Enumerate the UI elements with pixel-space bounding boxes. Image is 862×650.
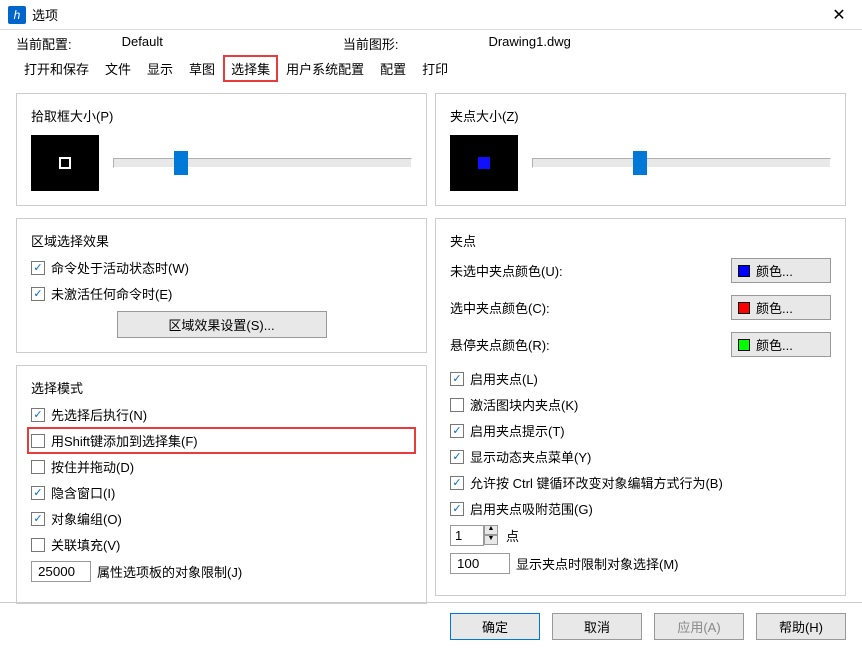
checkbox-label: 未激活任何命令时(E)	[51, 284, 172, 303]
spinner-down-icon[interactable]: ▼	[484, 535, 498, 545]
checkbox-label: 命令处于活动状态时(W)	[51, 258, 189, 277]
pickbox-slider[interactable]	[113, 158, 412, 168]
checkbox-label: 启用夹点(L)	[470, 369, 538, 388]
close-icon[interactable]: ✕	[824, 0, 854, 30]
region-settings-button[interactable]: 区域效果设置(S)...	[117, 311, 327, 338]
region-label: 区域选择效果	[31, 231, 412, 250]
drawing-value: Drawing1.dwg	[488, 34, 570, 53]
checkbox-grip-tips[interactable]: ✓	[450, 424, 464, 438]
group-selection-mode: 选择模式 ✓ 先选择后执行(N) 用Shift键添加到选择集(F) 按住并拖动(D…	[16, 365, 427, 604]
drawing-label: 当前图形:	[343, 34, 399, 53]
checkbox-assoc-hatch[interactable]	[31, 538, 45, 552]
checkbox-label: 显示动态夹点菜单(Y)	[470, 447, 591, 466]
grip-square-icon	[478, 157, 490, 169]
color-swatch-icon	[738, 339, 750, 351]
attr-limit-input[interactable]	[31, 561, 91, 582]
unselected-grip-label: 未选中夹点颜色(U):	[450, 261, 731, 280]
checkbox-active-cmd[interactable]: ✓	[31, 261, 45, 275]
grips-label: 夹点	[450, 231, 831, 250]
group-pickbox: 拾取框大小(P)	[16, 93, 427, 206]
highlighted-shift-option: 用Shift键添加到选择集(F)	[27, 427, 416, 454]
pickbox-label: 拾取框大小(P)	[31, 106, 412, 125]
app-icon: h	[8, 6, 26, 24]
tab-file[interactable]: 文件	[97, 55, 139, 82]
checkbox-label: 激活图块内夹点(K)	[470, 395, 578, 414]
tab-display[interactable]: 显示	[139, 55, 181, 82]
tab-sketch[interactable]: 草图	[181, 55, 223, 82]
tab-open-save[interactable]: 打开和保存	[16, 55, 97, 82]
selected-color-button[interactable]: 颜色...	[731, 295, 831, 320]
tab-selection[interactable]: 选择集	[223, 55, 278, 82]
group-region: 区域选择效果 ✓ 命令处于活动状态时(W) ✓ 未激活任何命令时(E) 区域效果设置…	[16, 218, 427, 353]
tabs: 打开和保存 文件 显示 草图 选择集 用户系统配置 配置 打印	[0, 55, 862, 83]
grip-limit-input[interactable]	[450, 553, 510, 574]
checkbox-object-group[interactable]: ✓	[31, 512, 45, 526]
color-swatch-icon	[738, 265, 750, 277]
checkbox-block-grips[interactable]	[450, 398, 464, 412]
pickbox-preview	[31, 135, 99, 191]
checkbox-label: 用Shift键添加到选择集(F)	[51, 431, 198, 450]
checkbox-select-first[interactable]: ✓	[31, 408, 45, 422]
window-title: 选项	[32, 5, 824, 24]
bottom-bar: 确定 取消 应用(A) 帮助(H)	[0, 602, 862, 650]
hover-grip-label: 悬停夹点颜色(R):	[450, 335, 731, 354]
tab-user-config[interactable]: 用户系统配置	[278, 55, 372, 82]
checkbox-label: 允许按 Ctrl 键循环改变对象编辑方式行为(B)	[470, 473, 723, 492]
group-gripsize: 夹点大小(Z)	[435, 93, 846, 206]
grip-point-spinner[interactable]: ▲▼	[450, 525, 500, 546]
hover-color-button[interactable]: 颜色...	[731, 332, 831, 357]
checkbox-enable-grips[interactable]: ✓	[450, 372, 464, 386]
selmode-label: 选择模式	[31, 378, 412, 397]
checkbox-label: 对象编组(O)	[51, 509, 122, 528]
checkbox-dynamic-menu[interactable]: ✓	[450, 450, 464, 464]
checkbox-label: 关联填充(V)	[51, 535, 120, 554]
checkbox-label: 启用夹点吸附范围(G)	[470, 499, 593, 518]
grip-point-label: 点	[506, 526, 519, 545]
grip-limit-label: 显示夹点时限制对象选择(M)	[516, 554, 679, 573]
grip-point-input[interactable]	[450, 525, 484, 546]
tab-config[interactable]: 配置	[372, 55, 414, 82]
checkbox-no-cmd[interactable]: ✓	[31, 287, 45, 301]
pickbox-square-icon	[59, 157, 71, 169]
ok-button[interactable]: 确定	[450, 613, 540, 640]
checkbox-label: 启用夹点提示(T)	[470, 421, 565, 440]
color-swatch-icon	[738, 302, 750, 314]
checkbox-label: 按住并拖动(D)	[51, 457, 134, 476]
slider-thumb[interactable]	[174, 151, 188, 175]
titlebar: h 选项 ✕	[0, 0, 862, 30]
checkbox-press-drag[interactable]	[31, 460, 45, 474]
checkbox-label: 隐含窗口(I)	[51, 483, 115, 502]
config-value: Default	[122, 34, 163, 53]
checkbox-snap-range[interactable]: ✓	[450, 502, 464, 516]
unselected-color-button[interactable]: 颜色...	[731, 258, 831, 283]
selected-grip-label: 选中夹点颜色(C):	[450, 298, 731, 317]
apply-button[interactable]: 应用(A)	[654, 613, 744, 640]
gripsize-preview	[450, 135, 518, 191]
spinner-up-icon[interactable]: ▲	[484, 525, 498, 535]
checkbox-ctrl-cycle[interactable]: ✓	[450, 476, 464, 490]
config-label: 当前配置:	[16, 34, 72, 53]
gripsize-slider[interactable]	[532, 158, 831, 168]
checkbox-label: 先选择后执行(N)	[51, 405, 147, 424]
info-row: 当前配置: Default 当前图形: Drawing1.dwg	[0, 30, 862, 55]
group-grips: 夹点 未选中夹点颜色(U): 颜色... 选中夹点颜色(C): 颜色... 悬停…	[435, 218, 846, 596]
slider-thumb[interactable]	[633, 151, 647, 175]
gripsize-label: 夹点大小(Z)	[450, 106, 831, 125]
cancel-button[interactable]: 取消	[552, 613, 642, 640]
tab-print[interactable]: 打印	[414, 55, 456, 82]
checkbox-implied-window[interactable]: ✓	[31, 486, 45, 500]
checkbox-shift-add[interactable]	[31, 434, 45, 448]
attr-limit-label: 属性选项板的对象限制(J)	[97, 562, 242, 581]
help-button[interactable]: 帮助(H)	[756, 613, 846, 640]
